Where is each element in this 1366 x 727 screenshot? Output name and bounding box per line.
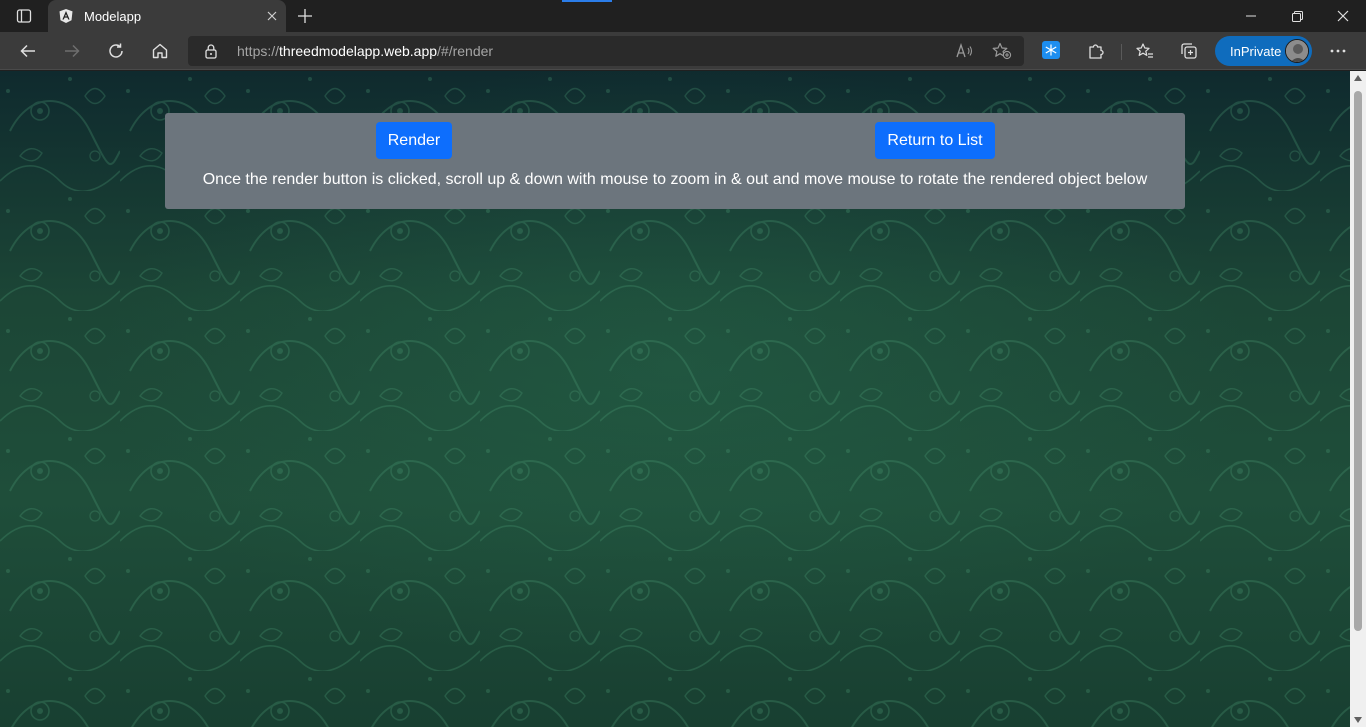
url-host: threedmodelapp.web.app [279, 43, 438, 59]
read-aloud-icon[interactable] [953, 40, 977, 62]
tab-title: Modelapp [84, 8, 142, 24]
extensions-button[interactable] [1081, 36, 1111, 66]
render-instructions: Once the render button is clicked, scrol… [202, 171, 1148, 188]
close-icon [267, 11, 277, 21]
lock-icon [204, 43, 218, 64]
favorites-icon [1136, 43, 1153, 58]
refresh-icon [109, 43, 123, 58]
inprivate-profile-button[interactable]: InPrivate [1215, 36, 1312, 66]
render-controls-panel: Render Return to List Once the render bu… [165, 113, 1185, 209]
plus-icon [298, 9, 312, 23]
scroll-thumb[interactable] [1354, 91, 1362, 631]
restore-icon [1291, 10, 1303, 22]
favorites-button[interactable] [1130, 36, 1160, 66]
collections-icon [1181, 43, 1197, 59]
tab-strip-accent [562, 0, 612, 2]
page-scrollbar[interactable] [1350, 71, 1366, 727]
new-tab-button[interactable] [292, 4, 318, 28]
home-button[interactable] [145, 36, 175, 66]
minimize-icon [1246, 15, 1256, 17]
back-button[interactable] [13, 36, 43, 66]
address-bar[interactable]: https://threedmodelapp.web.app/#/render [188, 36, 1024, 66]
url-scheme: https:// [237, 43, 280, 59]
tab-close-button[interactable] [258, 2, 286, 30]
render-button[interactable]: Render [376, 122, 452, 159]
toolbar-divider [1121, 44, 1122, 60]
inprivate-label: InPrivate [1230, 43, 1282, 59]
more-icon [1330, 49, 1346, 53]
url-text[interactable]: https://threedmodelapp.web.app/#/render [237, 43, 493, 59]
close-icon [1337, 10, 1349, 22]
forward-button[interactable] [57, 36, 87, 66]
scroll-down-arrow-icon[interactable] [1354, 717, 1362, 723]
page-viewport: Render Return to List Once the render bu… [0, 71, 1350, 727]
minimize-button[interactable] [1228, 0, 1274, 32]
avatar [1285, 39, 1309, 63]
return-to-list-button[interactable]: Return to List [875, 122, 995, 159]
tab-actions-button[interactable] [8, 4, 40, 28]
refresh-button[interactable] [101, 36, 131, 66]
tab-bar: Modelapp [0, 0, 1366, 32]
close-window-button[interactable] [1320, 0, 1366, 32]
collections-button[interactable] [1174, 36, 1204, 66]
arrow-right-icon [65, 44, 80, 58]
extension-snowflake-icon[interactable] [1042, 41, 1060, 59]
tab-actions-icon [16, 9, 32, 23]
tab-modelapp[interactable]: Modelapp [48, 0, 286, 32]
settings-menu-button[interactable] [1323, 36, 1353, 66]
angular-icon [58, 8, 74, 24]
restore-button[interactable] [1274, 0, 1320, 32]
url-path: /#/render [437, 43, 494, 59]
browser-toolbar: https://threedmodelapp.web.app/#/render … [0, 32, 1366, 70]
home-icon [152, 43, 168, 59]
scroll-up-arrow-icon[interactable] [1354, 75, 1362, 81]
arrow-left-icon [20, 44, 35, 58]
add-favorite-icon[interactable] [990, 40, 1014, 62]
puzzle-icon [1089, 44, 1104, 59]
